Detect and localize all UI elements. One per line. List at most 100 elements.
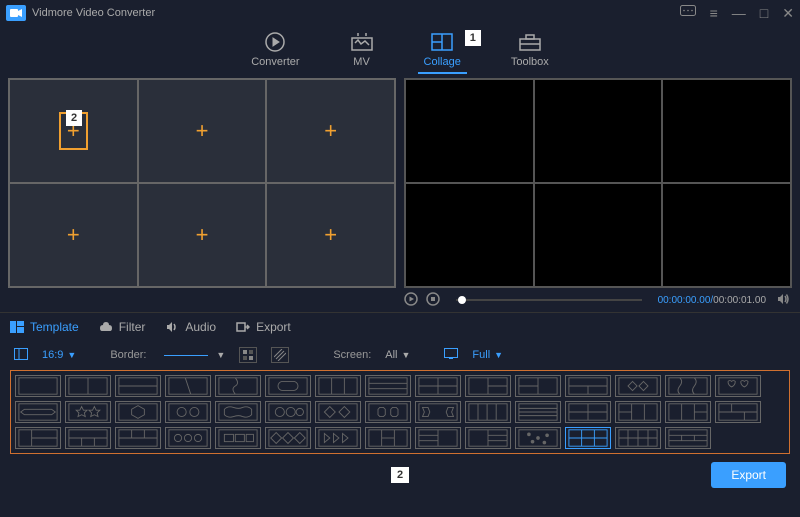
- collage-edit-grid: + 2 + + + + +: [8, 78, 396, 288]
- templates-panel: [10, 370, 790, 454]
- nav-collage[interactable]: Collage 1: [424, 32, 461, 68]
- maximize-icon[interactable]: □: [760, 5, 768, 21]
- tabs-bar: Template Filter Audio Export: [0, 312, 800, 340]
- collage-cell[interactable]: +: [138, 79, 267, 183]
- template-item[interactable]: [515, 401, 561, 423]
- options-row: 16:9▼ Border: ▼ Screen: All▼ Full▼: [0, 340, 800, 370]
- template-item[interactable]: [265, 427, 311, 449]
- collage-cell[interactable]: +: [266, 79, 395, 183]
- template-item[interactable]: [665, 375, 711, 397]
- menu-icon[interactable]: ≡: [710, 5, 718, 21]
- template-item-active[interactable]: [565, 427, 611, 449]
- template-item[interactable]: [365, 375, 411, 397]
- full-dropdown[interactable]: Full▼: [472, 349, 503, 361]
- template-item[interactable]: [115, 427, 161, 449]
- feedback-icon[interactable]: [680, 5, 696, 21]
- main-nav: Converter MV Collage 1 Toolbox: [0, 26, 800, 78]
- tab-export[interactable]: Export: [236, 320, 291, 334]
- template-item[interactable]: [65, 375, 111, 397]
- template-item[interactable]: [65, 401, 111, 423]
- preview-cell: [405, 183, 534, 287]
- volume-icon[interactable]: [776, 292, 790, 309]
- ratio-icon: [14, 348, 28, 363]
- template-item[interactable]: [165, 427, 211, 449]
- full-icon: [444, 348, 458, 362]
- screen-dropdown[interactable]: All▼: [385, 349, 410, 361]
- template-item[interactable]: [65, 427, 111, 449]
- border-pattern-button[interactable]: [271, 347, 289, 363]
- template-item[interactable]: [15, 427, 61, 449]
- tab-audio[interactable]: Audio: [165, 320, 216, 334]
- template-item[interactable]: [265, 401, 311, 423]
- template-item[interactable]: [165, 375, 211, 397]
- nav-toolbox[interactable]: Toolbox: [511, 32, 549, 68]
- template-item[interactable]: [315, 427, 361, 449]
- preview-cell: [662, 79, 791, 183]
- collage-icon: [430, 32, 454, 52]
- template-item[interactable]: [315, 401, 361, 423]
- ratio-dropdown[interactable]: 16:9▼: [42, 349, 76, 361]
- template-item[interactable]: [465, 375, 511, 397]
- template-item[interactable]: [515, 375, 561, 397]
- template-item[interactable]: [615, 375, 661, 397]
- preview-grid: [404, 78, 792, 288]
- template-item[interactable]: [465, 401, 511, 423]
- template-item[interactable]: [115, 401, 161, 423]
- export-button[interactable]: Export: [711, 462, 786, 488]
- template-item[interactable]: [165, 401, 211, 423]
- template-item[interactable]: [15, 401, 61, 423]
- template-item[interactable]: [515, 427, 561, 449]
- converter-icon: [263, 32, 287, 52]
- template-item[interactable]: [365, 401, 411, 423]
- template-item[interactable]: [115, 375, 161, 397]
- timeline-handle[interactable]: [458, 296, 466, 304]
- template-item[interactable]: [665, 401, 711, 423]
- time-display: 00:00:00.00/00:00:01.00: [658, 295, 766, 306]
- border-style-dropdown[interactable]: ▼: [160, 350, 225, 360]
- preview-cell: [534, 183, 663, 287]
- stop-button[interactable]: [426, 292, 440, 309]
- template-item[interactable]: [615, 427, 661, 449]
- tab-filter[interactable]: Filter: [99, 320, 146, 334]
- minimize-icon[interactable]: —: [732, 5, 746, 21]
- template-item[interactable]: [465, 427, 511, 449]
- preview-cell: [662, 183, 791, 287]
- border-color-button[interactable]: [239, 347, 257, 363]
- player-controls: 00:00:00.00/00:00:01.00: [396, 292, 790, 309]
- template-item[interactable]: [415, 401, 461, 423]
- tab-template[interactable]: Template: [10, 320, 79, 334]
- template-item[interactable]: [415, 427, 461, 449]
- footer: 2 Export: [0, 454, 800, 496]
- template-item[interactable]: [565, 375, 611, 397]
- toolbox-icon: [518, 32, 542, 52]
- play-button[interactable]: [404, 292, 418, 309]
- screen-label: Screen:: [333, 349, 371, 361]
- plus-icon: +: [196, 118, 209, 144]
- plus-icon: +: [324, 222, 337, 248]
- template-item[interactable]: [715, 375, 761, 397]
- template-item[interactable]: [665, 427, 711, 449]
- collage-cell[interactable]: +: [266, 183, 395, 287]
- nav-mv[interactable]: MV: [350, 32, 374, 68]
- nav-converter[interactable]: Converter: [251, 32, 299, 68]
- template-item[interactable]: [315, 375, 361, 397]
- close-icon[interactable]: ✕: [782, 5, 794, 22]
- template-item[interactable]: [365, 427, 411, 449]
- template-item[interactable]: [565, 401, 611, 423]
- template-item[interactable]: [265, 375, 311, 397]
- timeline[interactable]: [456, 299, 642, 301]
- template-item[interactable]: [215, 401, 261, 423]
- collage-cell[interactable]: +: [138, 183, 267, 287]
- mv-icon: [350, 32, 374, 52]
- collage-cell[interactable]: + 2: [9, 79, 138, 183]
- workspace: + 2 + + + + +: [0, 78, 800, 288]
- template-item[interactable]: [215, 427, 261, 449]
- template-item[interactable]: [715, 401, 761, 423]
- preview-cell: [534, 79, 663, 183]
- collage-cell[interactable]: +: [9, 183, 138, 287]
- template-item[interactable]: [415, 375, 461, 397]
- template-item[interactable]: [215, 375, 261, 397]
- badge-2: 2: [66, 110, 82, 126]
- template-item[interactable]: [15, 375, 61, 397]
- template-item[interactable]: [615, 401, 661, 423]
